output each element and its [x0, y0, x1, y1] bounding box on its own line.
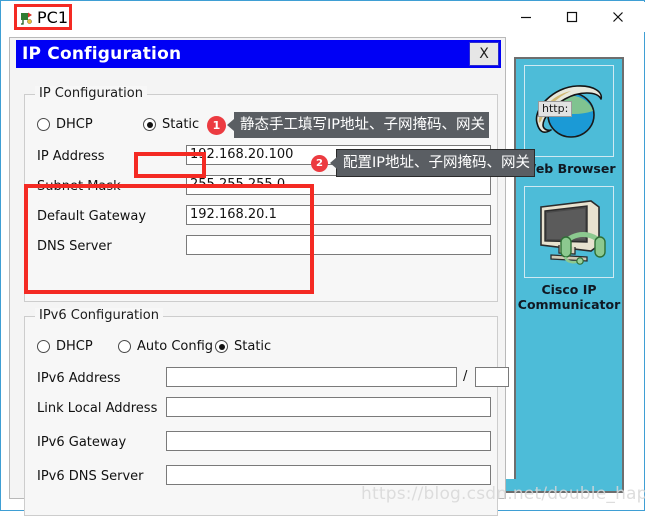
pc-device-icon [20, 10, 34, 25]
radio-indicator [215, 340, 228, 353]
ipv6-address-label: IPv6 Address [37, 371, 121, 386]
ipv4-dns-server-label: DNS Server [37, 239, 112, 254]
ipv4-field-subnet-mask-label-row: Subnet Mask [37, 179, 121, 194]
cisco-ip-communicator-thumb [524, 186, 614, 278]
device-tools-panel: http: Web Browser Cisco IP Communicator [514, 57, 624, 490]
ipv4-field-dns-server-label-row: DNS Server [37, 239, 112, 254]
annotation-callout-2: 2 配置IP地址、子网掩码、网关 [311, 149, 536, 177]
minimize-icon[interactable] [503, 2, 549, 32]
application-window: PC1 http: Web Browser Cisco IP Communica… [0, 0, 645, 516]
ipv4-mode-dhcp[interactable]: DHCP [37, 117, 93, 132]
ipv4-field-ip-address-label-row: IP Address [37, 149, 105, 164]
annotation-callout-1: 1 静态手工填写IP地址、子网掩码、网关 [207, 112, 490, 138]
ipv6-address-input[interactable] [166, 367, 457, 387]
annotation-text: 配置IP地址、子网掩码、网关 [329, 149, 536, 177]
window-controls [503, 2, 641, 32]
ipv4-default-gateway-label: Default Gateway [37, 209, 147, 224]
ipv6-mode-dhcp-label: DHCP [56, 339, 93, 354]
web-browser-thumb: http: [524, 65, 614, 157]
radio-indicator [37, 118, 50, 131]
dialog-title: IP Configuration [22, 44, 182, 64]
device-tab-label: PC1 [37, 7, 68, 27]
ipv6-field-dns-label-row: IPv6 DNS Server [37, 469, 144, 484]
ipv6-mode-auto-config-label: Auto Config [137, 339, 214, 354]
ipv4-field-default-gateway-label-row: Default Gateway [37, 209, 146, 224]
close-icon[interactable] [595, 2, 641, 32]
annotation-text: 静态手工填写IP地址、子网掩码、网关 [226, 112, 490, 138]
ipv4-mode-static-label: Static [162, 117, 200, 132]
device-tab-pc1[interactable]: PC1 [14, 4, 72, 30]
ipv6-link-local-address-label: Link Local Address [37, 401, 158, 416]
http-chip-label: http: [538, 101, 573, 117]
ipv6-link-local-address-input[interactable] [166, 397, 491, 417]
ipv4-subnet-mask-input[interactable]: 255.255.255.0 [186, 175, 491, 195]
ipv6-dns-server-label: IPv6 DNS Server [37, 469, 144, 484]
ipv4-mode-dhcp-label: DHCP [56, 117, 93, 132]
ipv6-mode-dhcp[interactable]: DHCP [37, 339, 93, 354]
ipv4-ip-address-label: IP Address [37, 149, 105, 164]
monitor-headset-icon [540, 200, 606, 265]
annotation-badge: 2 [311, 154, 328, 172]
ipv6-group-legend: IPv6 Configuration [35, 308, 163, 323]
radio-indicator [143, 118, 156, 131]
device-item-label: Cisco IP Communicator [517, 282, 621, 312]
ipv4-subnet-mask-label: Subnet Mask [37, 179, 121, 194]
annotation-badge: 1 [207, 115, 226, 135]
ipv4-default-gateway-input[interactable]: 192.168.20.1 [186, 205, 491, 225]
ipv4-group-legend: IP Configuration [35, 86, 147, 101]
ipv6-gateway-label: IPv6 Gateway [37, 435, 127, 450]
ipv4-dns-server-input[interactable] [186, 235, 491, 255]
ipv6-mode-static[interactable]: Static [215, 339, 271, 354]
ipv6-field-link-local-label-row: Link Local Address [37, 401, 157, 416]
dialog-titlebar: IP Configuration X [16, 40, 501, 68]
radio-indicator [118, 340, 131, 353]
ipv6-dns-server-input[interactable] [166, 465, 491, 485]
ipv6-gateway-input[interactable] [166, 431, 491, 451]
ipv4-mode-static[interactable]: Static [143, 117, 199, 132]
web-browser-globe-icon: http: [531, 79, 607, 143]
maximize-icon[interactable] [549, 2, 595, 32]
window-titlebar: PC1 [2, 2, 645, 32]
ipv6-field-gateway-label-row: IPv6 Gateway [37, 435, 126, 450]
ipv6-mode-auto-config[interactable]: Auto Config [118, 339, 213, 354]
device-item-cisco-ip-communicator[interactable]: Cisco IP Communicator [516, 180, 622, 312]
ipv6-prefix-separator: / [463, 369, 468, 384]
watermark-text: https://blog.csdn.net/double_happy11 [361, 484, 645, 504]
ip-configuration-dialog: IP Configuration X IP Configuration DHCP… [9, 37, 509, 516]
ipv6-mode-static-label: Static [234, 339, 272, 354]
ipv6-prefix-length-input[interactable] [475, 367, 509, 387]
dialog-close-button[interactable]: X [469, 42, 499, 66]
ipv6-field-address-label-row: IPv6 Address [37, 371, 121, 386]
radio-indicator [37, 340, 50, 353]
